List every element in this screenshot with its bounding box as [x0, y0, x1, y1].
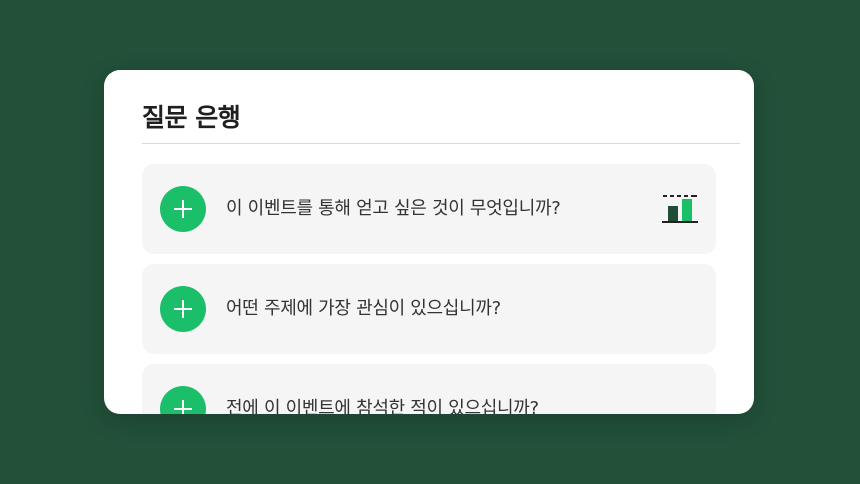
question-list: 이 이벤트를 통해 얻고 싶은 것이 무엇입니까? 어떤 주제에 가장 관심이 …: [142, 164, 716, 414]
add-question-button[interactable]: [160, 186, 206, 232]
title-divider: [142, 143, 740, 144]
add-question-button[interactable]: [160, 286, 206, 332]
question-text: 어떤 주제에 가장 관심이 있으십니까?: [226, 298, 501, 319]
panel-title: 질문 은행: [142, 103, 241, 132]
question-item[interactable]: 전에 이 이벤트에 참석한 적이 있으십니까?: [142, 364, 716, 414]
question-text: 이 이벤트를 통해 얻고 싶은 것이 무엇입니까?: [226, 198, 561, 219]
question-text: 전에 이 이벤트에 참석한 적이 있으십니까?: [226, 398, 539, 414]
question-bank-panel: 질문 은행 이 이벤트를 통해 얻고 싶은 것이 무엇입니까? 어떤 주제에 가…: [104, 70, 754, 414]
poll-chart-icon: [662, 195, 698, 223]
question-item[interactable]: 이 이벤트를 통해 얻고 싶은 것이 무엇입니까?: [142, 164, 716, 254]
question-item[interactable]: 어떤 주제에 가장 관심이 있으십니까?: [142, 264, 716, 354]
add-question-button[interactable]: [160, 386, 206, 414]
